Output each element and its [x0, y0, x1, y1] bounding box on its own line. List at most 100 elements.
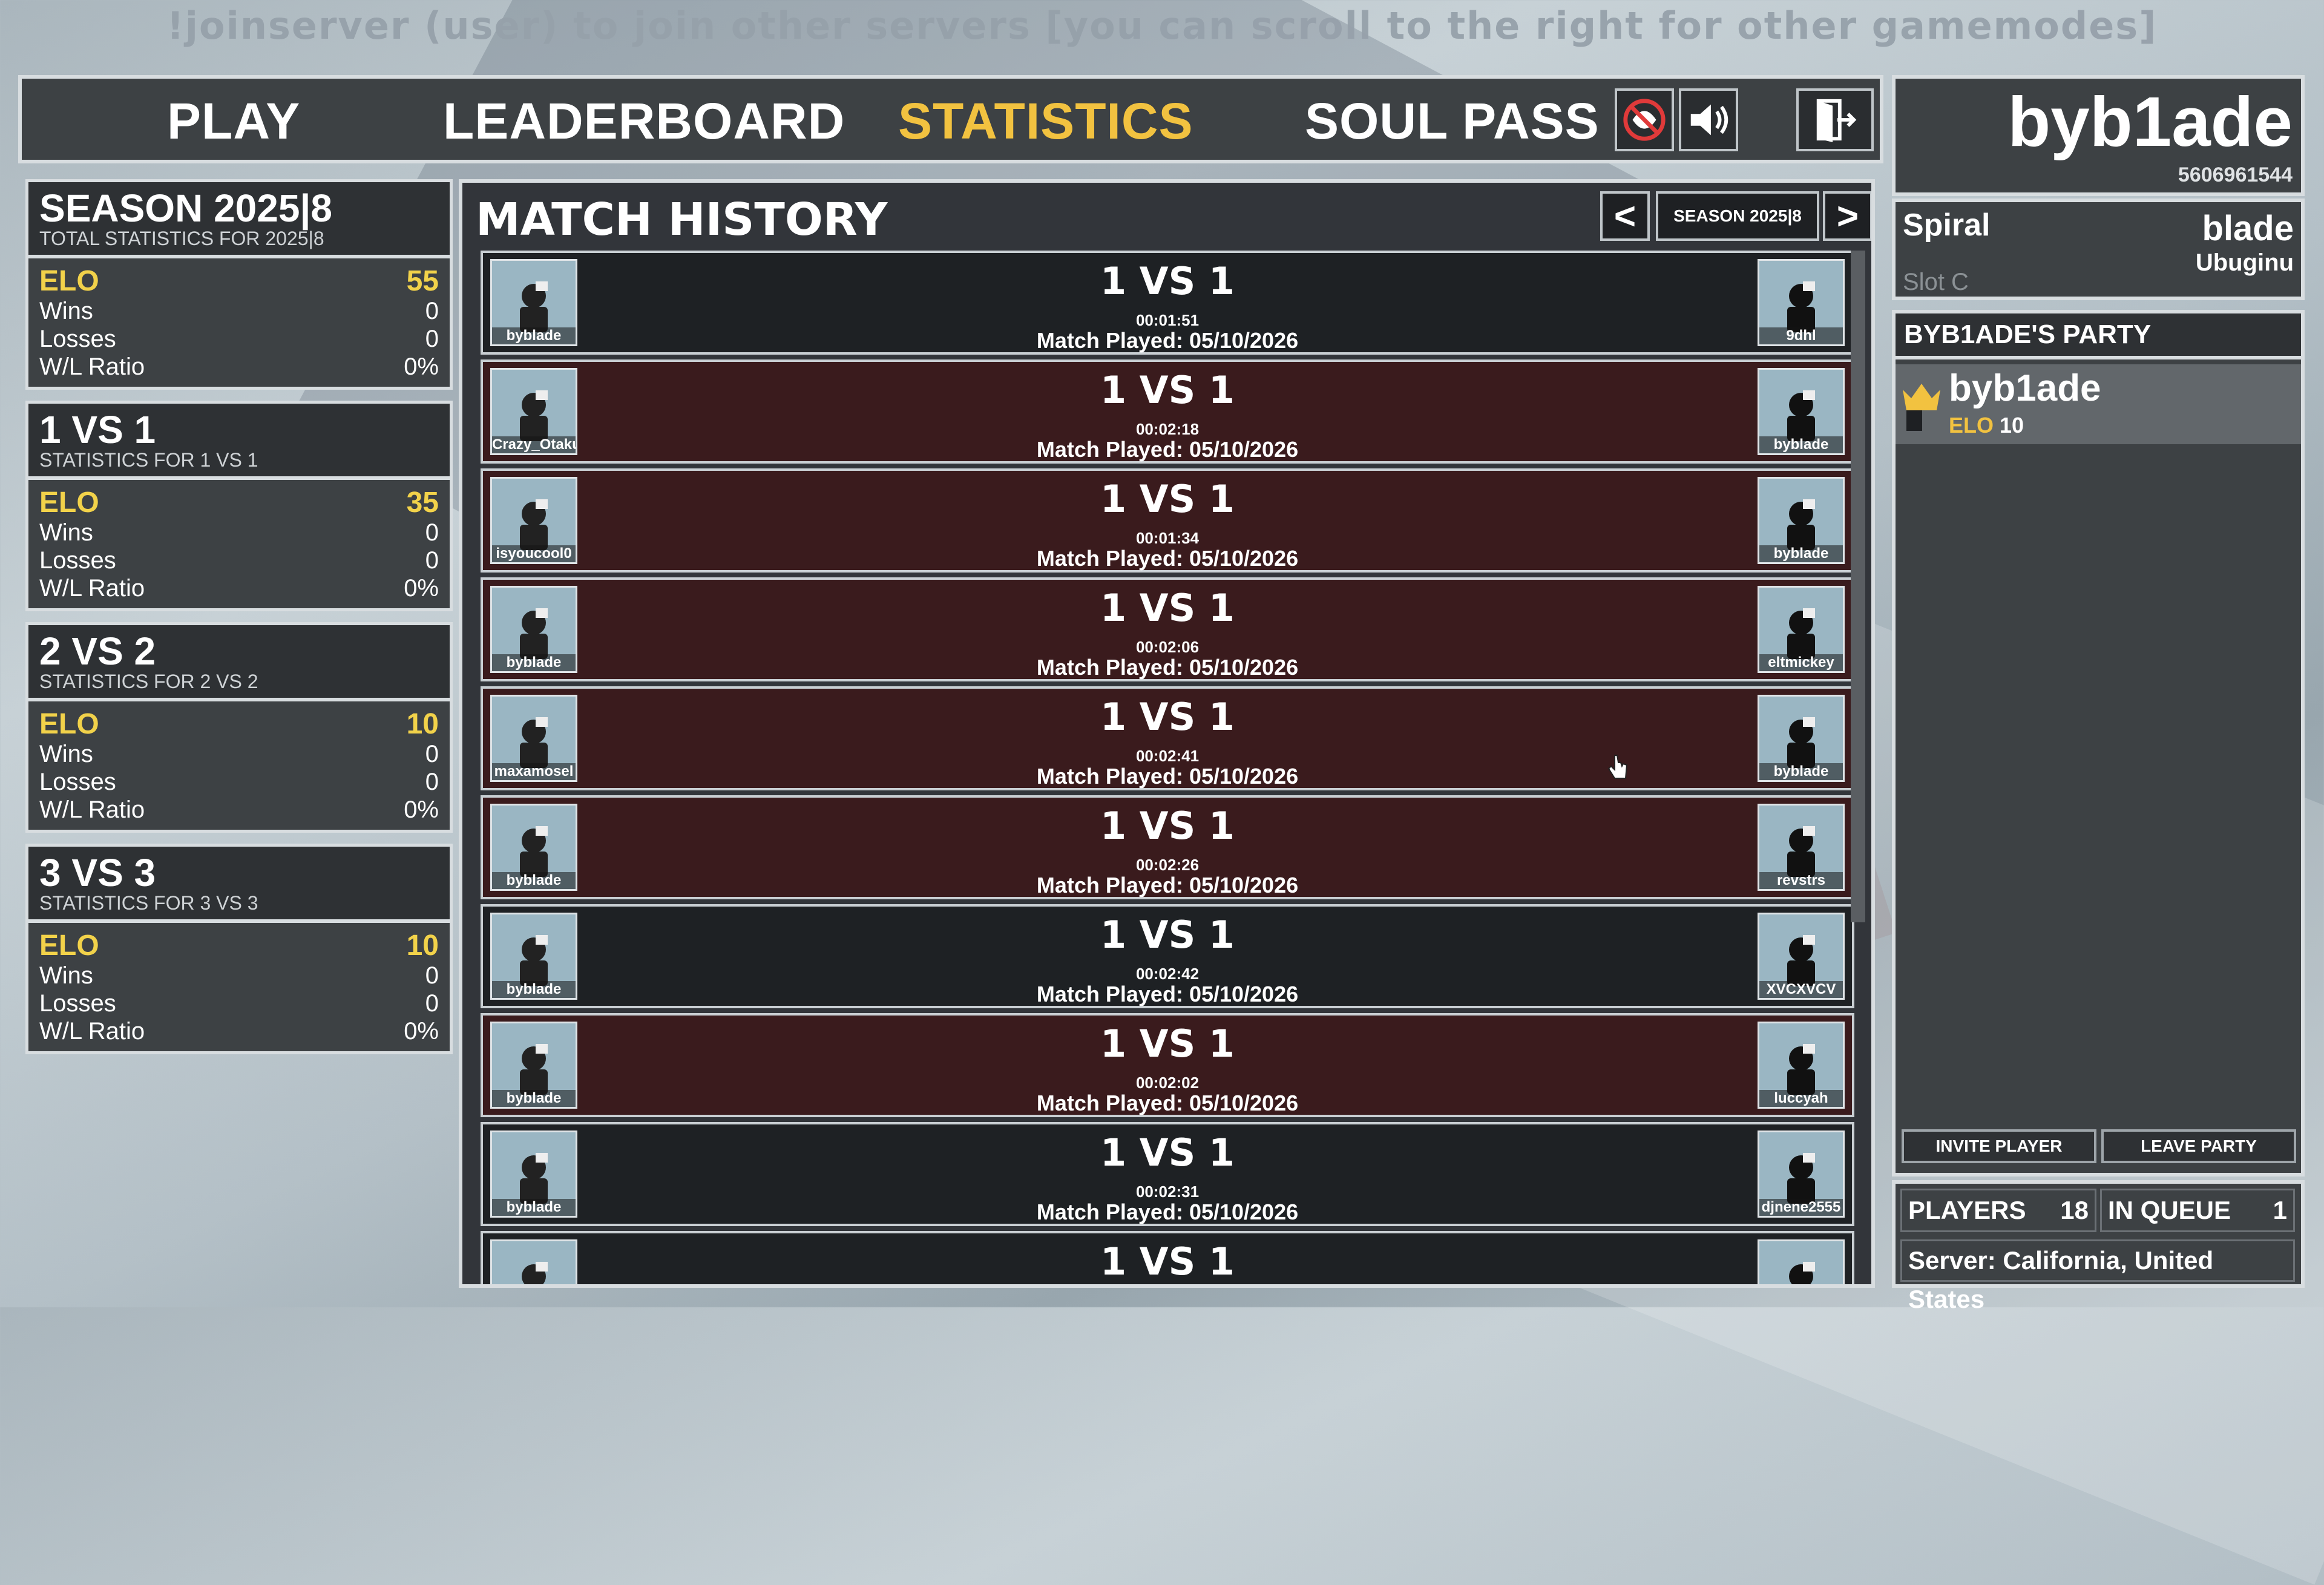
right-player-avatar[interactable]: eltmickey: [1758, 586, 1845, 673]
tab-play[interactable]: PLAY: [167, 92, 300, 151]
match-row[interactable]: maxamosel 1 VS 1 00:02:41 Match Played: …: [481, 686, 1854, 790]
stat-block-body: ELO 10 Wins 0 Losses 0 W/L Ratio 0%: [28, 701, 450, 830]
right-player-avatar[interactable]: luccyah: [1758, 1022, 1845, 1109]
match-list-scrollbar[interactable]: [1851, 251, 1865, 922]
match-mode: 1 VS 1: [1100, 804, 1235, 848]
match-date-prefix: Match Played:: [1036, 546, 1189, 571]
match-row[interactable]: byblade 1 VS 1 00:02:26 Match Played: 05…: [481, 795, 1854, 899]
stat-ratio-row: W/L Ratio 0%: [39, 1017, 439, 1045]
stat-wins-row: Wins 0: [39, 740, 439, 768]
match-list[interactable]: byblade 1 VS 1 00:01:51 Match Played: 05…: [481, 251, 1854, 1284]
stat-elo-row: ELO 55: [39, 266, 439, 297]
stat-ratio-row: W/L Ratio 0%: [39, 796, 439, 824]
match-date-value: 05/10/2026: [1189, 1199, 1299, 1224]
match-date-prefix: Match Played:: [1036, 1091, 1189, 1115]
invite-player-button[interactable]: INVITE PLAYER: [1902, 1129, 2096, 1163]
sound-toggle-button[interactable]: [1679, 88, 1738, 151]
player-avatar-icon: [1787, 935, 1815, 986]
match-duration: 00:02:06: [1135, 638, 1200, 656]
match-date: Match Played: 05/10/2026: [483, 546, 1852, 571]
loadout-slot: Slot C: [1903, 269, 1969, 295]
stat-wins-value: 0: [425, 519, 439, 546]
stat-elo-row: ELO 10: [39, 930, 439, 962]
stat-wins-value: 0: [425, 962, 439, 989]
tab-leaderboard[interactable]: LEADERBOARD: [443, 92, 845, 151]
season-prev-button[interactable]: <: [1600, 191, 1650, 241]
match-date-value: 05/10/2026: [1189, 764, 1299, 789]
stat-losses-label: Losses: [39, 547, 116, 574]
loadout-weapon: blade: [2202, 209, 2294, 248]
right-player-avatar[interactable]: byblade: [1758, 695, 1845, 782]
stat-block: 2 VS 2 STATISTICS FOR 2 VS 2 ELO 10 Wins 0…: [25, 622, 453, 833]
stat-losses-value: 0: [425, 326, 439, 352]
right-player-avatar[interactable]: revstrs: [1758, 804, 1845, 891]
match-date-value: 05/10/2026: [1189, 873, 1299, 898]
tab-soul-pass[interactable]: SOUL PASS: [1305, 92, 1600, 151]
stat-losses-row: Losses 0: [39, 989, 439, 1017]
stat-block-header: 3 VS 3 STATISTICS FOR 3 VS 3: [28, 847, 450, 923]
stat-block-header: SEASON 2025|8 TOTAL STATISTICS FOR 2025|…: [28, 182, 450, 258]
loadout-card[interactable]: Spiral Slot C blade Ubuginu: [1892, 199, 2305, 300]
match-date: Match Played: 05/10/2026: [483, 982, 1852, 1007]
stat-block-title: 3 VS 3: [39, 851, 156, 894]
player-avatar-icon: [1787, 608, 1815, 659]
party-member[interactable]: byb1ade ELO 10: [1896, 364, 2301, 444]
right-player-avatar[interactable]: byblade: [1758, 477, 1845, 564]
stat-wins-label: Wins: [39, 741, 93, 767]
right-player-name: byblade: [1759, 436, 1843, 453]
players-value: 18: [2060, 1196, 2089, 1224]
loadout-variant: Ubuginu: [2195, 249, 2294, 276]
match-mode: 1 VS 1: [1100, 1131, 1235, 1175]
mouse-cursor-icon: [1607, 755, 1628, 779]
right-player-avatar[interactable]: [1758, 1239, 1845, 1284]
party-buttons: INVITE PLAYER LEAVE PARTY: [1902, 1129, 2296, 1163]
elo-value: 10: [2000, 413, 2024, 438]
stat-losses-row: Losses 0: [39, 546, 439, 574]
season-selector[interactable]: SEASON 2025|8: [1656, 191, 1819, 241]
right-player-avatar[interactable]: 9dhl: [1758, 259, 1845, 346]
speaker-icon: [1690, 104, 1728, 136]
match-date-prefix: Match Played:: [1036, 982, 1189, 1006]
match-row[interactable]: byblade 1 VS 1 00:02:06 Match Played: 05…: [481, 577, 1854, 681]
exit-button[interactable]: [1796, 88, 1874, 151]
right-player-name: byblade: [1759, 545, 1843, 562]
match-row[interactable]: Crazy_Otaku2 1 VS 1 00:02:18 Match Playe…: [481, 359, 1854, 464]
match-mode: 1 VS 1: [1100, 477, 1235, 521]
right-player-name: XVCXVCV: [1759, 981, 1843, 998]
queue-value: 1: [2273, 1196, 2287, 1224]
players-count: PLAYERS 18: [1900, 1189, 2096, 1232]
stat-wins-label: Wins: [39, 519, 93, 546]
exit-door-icon: [1816, 99, 1857, 143]
match-duration: 00:02:42: [1135, 965, 1200, 983]
right-player-name: 9dhl: [1759, 327, 1843, 344]
stat-wins-label: Wins: [39, 962, 93, 989]
stat-ratio-row: W/L Ratio 0%: [39, 574, 439, 602]
stat-elo-value: 35: [406, 487, 439, 519]
stat-ratio-value: 0%: [404, 353, 439, 380]
stat-losses-value: 0: [425, 990, 439, 1017]
match-row[interactable]: byblade 1 VS 1 00:01:51 Match Played: 05…: [481, 251, 1854, 355]
stat-block-header: 2 VS 2 STATISTICS FOR 2 VS 2: [28, 625, 450, 701]
player-avatar-icon: [1787, 717, 1815, 768]
match-row[interactable]: isyoucool0 1 VS 1 00:01:34 Match Played:…: [481, 468, 1854, 573]
match-duration: 00:02:26: [1135, 856, 1200, 874]
season-next-button[interactable]: >: [1823, 191, 1871, 241]
match-row[interactable]: byblade 1 VS 1 00:02:31 Match Played: 05…: [481, 1122, 1854, 1226]
tab-statistics[interactable]: STATISTICS: [898, 92, 1193, 151]
no-sparkle-toggle-button[interactable]: [1615, 88, 1674, 151]
stat-block-header: 1 VS 1 STATISTICS FOR 1 VS 1: [28, 404, 450, 480]
match-row[interactable]: byblade 1 VS 1 00:02:42 Match Played: 05…: [481, 904, 1854, 1008]
match-date-value: 05/10/2026: [1189, 655, 1299, 680]
right-player-avatar[interactable]: XVCXVCV: [1758, 913, 1845, 1000]
stat-block-title: SEASON 2025|8: [39, 186, 332, 230]
stat-block: 1 VS 1 STATISTICS FOR 1 VS 1 ELO 35 Wins 0…: [25, 401, 453, 611]
match-date-prefix: Match Played:: [1036, 764, 1189, 789]
stat-block: SEASON 2025|8 TOTAL STATISTICS FOR 2025|…: [25, 179, 453, 390]
match-row[interactable]: byblade 1 VS 1 00:02:02 Match Played: 05…: [481, 1013, 1854, 1117]
right-player-avatar[interactable]: djnene2555: [1758, 1131, 1845, 1218]
match-duration: 00:02:18: [1135, 420, 1200, 438]
leave-party-button[interactable]: LEAVE PARTY: [2101, 1129, 2296, 1163]
match-row[interactable]: 1 VS 1: [481, 1231, 1854, 1284]
right-player-avatar[interactable]: byblade: [1758, 368, 1845, 455]
stat-elo-label: ELO: [39, 265, 99, 297]
